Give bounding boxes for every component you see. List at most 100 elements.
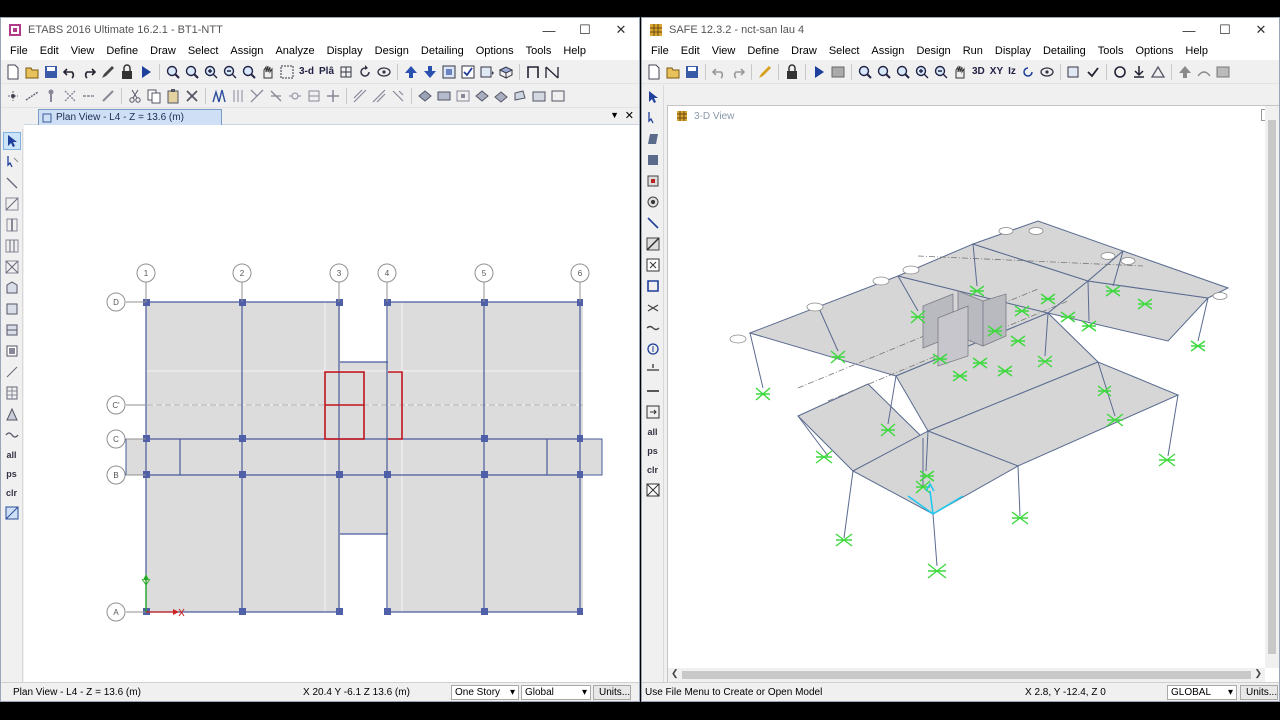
pointer-icon[interactable] [2,132,21,150]
story-option-select[interactable]: One Story ▾ [451,684,519,700]
frame-icon[interactable] [525,64,541,80]
menu-edit[interactable]: Edit [34,45,65,57]
reshaper-icon[interactable] [4,154,20,170]
zoom-out-icon[interactable] [222,64,238,80]
etabs-plan-canvas[interactable]: 1 2 3 4 5 6 D C' C B A [24,125,639,685]
menu-tools[interactable]: Tools [520,45,558,57]
menu-draw[interactable]: Draw [144,45,182,57]
menu-options[interactable]: Options [470,45,520,57]
divide-icon[interactable] [249,88,265,104]
menu-analyze[interactable]: Analyze [269,45,320,57]
new-model-icon[interactable] [646,64,662,80]
coord-system-select[interactable]: GLOBAL ▾ [1167,684,1237,700]
lock-icon[interactable] [119,63,135,80]
assign-display-icon[interactable] [479,64,495,80]
pencil-icon[interactable] [100,64,116,80]
scroll-left-icon[interactable]: ❮ [671,668,679,679]
menu-define[interactable]: Define [741,45,785,57]
zoom-in-icon[interactable] [914,64,930,80]
zoom-window-icon[interactable] [857,64,873,80]
menu-run[interactable]: Run [957,45,989,57]
redo-icon[interactable] [81,64,97,80]
draw-deck-icon[interactable] [474,88,490,104]
quick-draw-beam-icon[interactable] [4,196,20,212]
clear-selection-button[interactable]: clr [4,486,20,500]
view-xy-button[interactable]: XY [989,64,1004,80]
open-icon[interactable] [665,64,681,80]
run-analysis-icon[interactable] [811,64,827,80]
strip-icon[interactable] [1196,64,1212,80]
safe-3d-canvas[interactable]: 3-D View ✕ [667,105,1279,683]
draw-wall-panel-icon[interactable] [512,88,528,104]
draw-floor-icon[interactable] [531,88,547,104]
undo-icon[interactable] [711,64,727,80]
previous-selection-button[interactable]: ps [4,467,20,481]
zoom-out-icon[interactable] [933,64,949,80]
menu-select[interactable]: Select [182,45,225,57]
quick-draw-area-icon[interactable] [4,322,20,338]
menu-view[interactable]: View [706,45,742,57]
menu-draw[interactable]: Draw [785,45,823,57]
draw-link-icon[interactable] [81,88,97,104]
quick-draw-brace-icon[interactable] [4,259,20,275]
draw-reference-icon[interactable] [4,385,20,401]
draw-polygon-icon[interactable] [4,280,20,296]
pan-icon[interactable] [260,64,276,80]
menu-select[interactable]: Select [823,45,866,57]
coord-system-select[interactable]: Global ▾ [521,684,591,700]
set-display-options-icon[interactable] [460,64,476,80]
elevation-view-icon[interactable] [338,64,354,80]
draw-section-cut-icon[interactable] [4,427,20,443]
menu-display[interactable]: Display [989,45,1037,57]
open-icon[interactable] [24,64,40,80]
units-button[interactable]: Units... [1240,684,1278,700]
draw-dimension-icon[interactable] [4,364,20,380]
menu-tools[interactable]: Tools [1092,45,1130,57]
clear-selection-button[interactable]: clr [645,463,661,477]
draw-wall-quick-icon[interactable] [4,343,20,359]
menu-display[interactable]: Display [321,45,369,57]
vertical-scrollbar[interactable] [1265,106,1279,668]
new-model-icon[interactable] [5,64,21,80]
view-3d-button[interactable]: 3D [971,64,986,80]
menu-file[interactable]: File [645,45,675,57]
draw-support-icon[interactable] [1150,64,1166,80]
tab-close-icon[interactable]: ✕ [625,109,634,122]
undo-icon[interactable] [62,64,78,80]
draw-slab-icon[interactable] [645,131,661,147]
node-icon[interactable] [287,88,303,104]
menu-file[interactable]: File [4,45,34,57]
select-all-button[interactable]: all [4,448,20,462]
menu-design[interactable]: Design [910,45,956,57]
menu-assign[interactable]: Assign [224,45,269,57]
pointer-icon[interactable] [645,89,661,105]
minimize-button[interactable]: — [1171,18,1207,42]
assign-display-icon[interactable] [1066,64,1082,80]
view-3d-button[interactable]: 3-d [298,64,315,80]
rotate-view-icon[interactable] [1020,64,1036,80]
maximize-button[interactable]: ☐ [1207,18,1243,42]
reshaper-icon[interactable] [645,110,661,126]
object-shrink-icon[interactable] [441,64,457,80]
draw-line-icon[interactable] [4,175,20,191]
quick-draw-column-icon[interactable] [4,217,20,233]
select-all-button[interactable]: all [645,425,661,439]
draw-design-strip-icon[interactable] [645,257,661,273]
grid-icon[interactable] [230,88,246,104]
draw-wall-stack-icon[interactable] [493,88,509,104]
model-lock-icon[interactable] [830,64,846,80]
pan-icon[interactable] [952,64,968,80]
perspective-icon[interactable] [1039,64,1055,80]
tendon-icon[interactable] [1215,64,1231,80]
plan-view-button[interactable]: Plâ [318,64,335,80]
cut-icon[interactable] [127,88,143,104]
maximize-button[interactable]: ☐ [567,18,603,42]
save-icon[interactable] [43,64,59,80]
move-up-icon[interactable] [1177,64,1193,80]
draw-wall-icon[interactable] [100,88,116,104]
draw-point-load-icon[interactable] [1131,64,1147,80]
menu-help[interactable]: Help [557,45,592,57]
zoom-in-icon[interactable] [203,64,219,80]
close-button[interactable]: ✕ [603,18,639,42]
scroll-right-icon[interactable]: ❯ [1254,668,1262,679]
